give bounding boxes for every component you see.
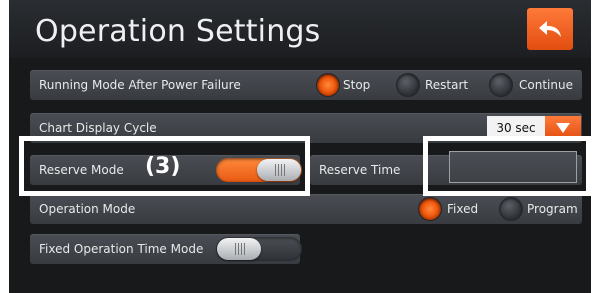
header-bar: Operation Settings bbox=[9, 0, 591, 58]
fixed-time-mode-toggle[interactable] bbox=[216, 237, 302, 261]
radio-program-label[interactable]: Program bbox=[527, 194, 578, 224]
highlight-box-reserve-mode bbox=[19, 136, 310, 196]
operation-mode-row: Operation Mode Fixed Program bbox=[30, 194, 582, 224]
operation-mode-label: Operation Mode bbox=[39, 202, 136, 216]
highlight-box-reserve-time bbox=[423, 136, 591, 196]
device-screen: Operation Settings Running Mode After Po… bbox=[9, 0, 591, 293]
triangle-down-icon bbox=[556, 123, 570, 133]
reserve-time-label: Reserve Time bbox=[319, 163, 401, 177]
radio-stop[interactable] bbox=[317, 74, 339, 96]
radio-restart-label[interactable]: Restart bbox=[425, 70, 468, 100]
fixed-time-mode-label: Fixed Operation Time Mode bbox=[39, 242, 204, 256]
radio-fixed-label[interactable]: Fixed bbox=[447, 194, 478, 224]
running-mode-options: Stop Restart Continue bbox=[30, 70, 582, 100]
page-title: Operation Settings bbox=[35, 14, 321, 49]
back-arrow-icon bbox=[539, 21, 561, 37]
toggle-knob bbox=[217, 238, 261, 260]
back-button[interactable] bbox=[527, 8, 573, 50]
radio-continue-label[interactable]: Continue bbox=[519, 70, 573, 100]
radio-restart[interactable] bbox=[397, 74, 419, 96]
radio-program[interactable] bbox=[500, 198, 522, 220]
radio-stop-label[interactable]: Stop bbox=[343, 70, 370, 100]
radio-fixed[interactable] bbox=[419, 198, 441, 220]
radio-continue[interactable] bbox=[490, 74, 512, 96]
fixed-time-mode-row: Fixed Operation Time Mode bbox=[30, 234, 302, 264]
running-mode-row: Running Mode After Power Failure Stop Re… bbox=[30, 70, 582, 100]
